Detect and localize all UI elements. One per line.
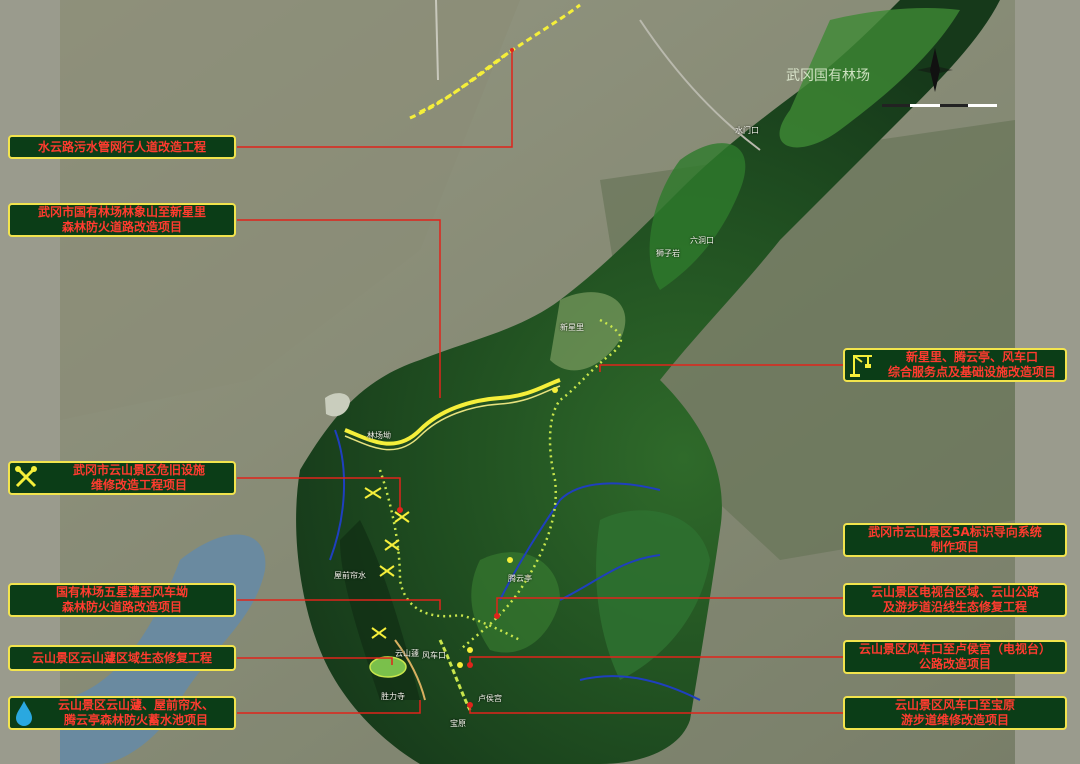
label-shuiyun[interactable]: 水云路污水管网行人道改造工程: [8, 135, 236, 159]
label-fengche-lugong[interactable]: 云山景区风车口至卢侯宫（电视台） 公路改造项目: [843, 640, 1067, 674]
label-line: 国有林场五星澧至风车坳: [55, 585, 188, 599]
place-label: 宝原: [450, 719, 466, 728]
label-line: 综合服务点及基础设施改造项目: [887, 365, 1056, 379]
label-line: 云山景区风车口至宝原: [894, 698, 1015, 712]
label-line: 森林防火道路改造项目: [61, 600, 182, 614]
place-label: 云山蘧: [395, 649, 419, 658]
label-line: 维修改造工程项目: [90, 478, 187, 492]
label-line: 云山景区风车口至卢侯宫（电视台）: [858, 642, 1051, 656]
place-label: 风车口: [422, 651, 446, 660]
place-label: 新星里: [560, 323, 584, 332]
place-label: 水门口: [735, 126, 759, 135]
label-guoyou-fire-road[interactable]: 武冈市国有林场林象山至新星里 森林防火道路改造项目: [8, 203, 236, 237]
label-signage[interactable]: 武冈市云山景区5A标识导向系统 制作项目: [843, 523, 1067, 557]
label-line: 云山景区云山蘧区域生态修复工程: [31, 650, 212, 665]
label-service-point[interactable]: 新星里、腾云亭、风车口 综合服务点及基础设施改造项目: [843, 348, 1067, 382]
label-line: 及游步道沿线生态修复工程: [882, 600, 1027, 614]
label-water-pool[interactable]: 云山景区云山蘧、屋前帘水、 腾云亭森林防火蓄水池项目: [8, 696, 236, 730]
label-line: 云山景区电视台区域、云山公路: [870, 585, 1039, 599]
label-line: 腾云亭森林防火蓄水池项目: [63, 713, 208, 727]
label-tv-eco[interactable]: 云山景区电视台区域、云山公路 及游步道沿线生态修复工程: [843, 583, 1067, 617]
label-line: 制作项目: [930, 540, 979, 554]
place-label: 狮子岩: [656, 249, 680, 258]
place-label: 六洞口: [690, 236, 714, 245]
crane-icon: [848, 352, 874, 382]
label-weijiu[interactable]: 武冈市云山景区危旧设施 维修改造工程项目: [8, 461, 236, 495]
water-drop-icon: [14, 700, 34, 730]
label-line: 武冈市云山景区危旧设施: [72, 463, 205, 477]
place-label: 胜力寺: [381, 692, 405, 701]
label-fengche-baoyuan[interactable]: 云山景区风车口至宝原 游步道维修改造项目: [843, 696, 1067, 730]
place-label: 卢侯宫: [478, 694, 502, 703]
label-wuxing-fengche[interactable]: 国有林场五星澧至风车坳 森林防火道路改造项目: [8, 583, 236, 617]
scale-bar: [882, 104, 997, 107]
label-line: 公路改造项目: [918, 657, 991, 671]
label-line: 游步道维修改造项目: [900, 713, 1009, 727]
label-line: 新星里、腾云亭、风车口: [905, 350, 1038, 364]
label-line: 云山景区云山蘧、屋前帘水、: [57, 698, 214, 712]
label-line: 武冈市云山景区5A标识导向系统: [868, 525, 1042, 539]
label-yunshantai-eco[interactable]: 云山景区云山蘧区域生态修复工程: [8, 645, 236, 671]
label-line: 水云路污水管网行人道改造工程: [37, 139, 206, 154]
place-label: 腾云亭: [508, 574, 532, 583]
forest-name: 武冈国有林场: [786, 68, 870, 84]
place-label: 林场坳: [367, 431, 391, 440]
map-canvas: 武冈国有林场 新星里 腾云亭 林场坳 风车口 屋前帘水 胜力寺 宝原 卢侯宫 狮…: [0, 0, 1080, 764]
label-line: 森林防火道路改造项目: [61, 220, 182, 234]
label-line: 武冈市国有林场林象山至新星里: [37, 205, 206, 219]
place-label: 屋前帘水: [334, 571, 366, 580]
wrench-icon: [14, 465, 38, 493]
